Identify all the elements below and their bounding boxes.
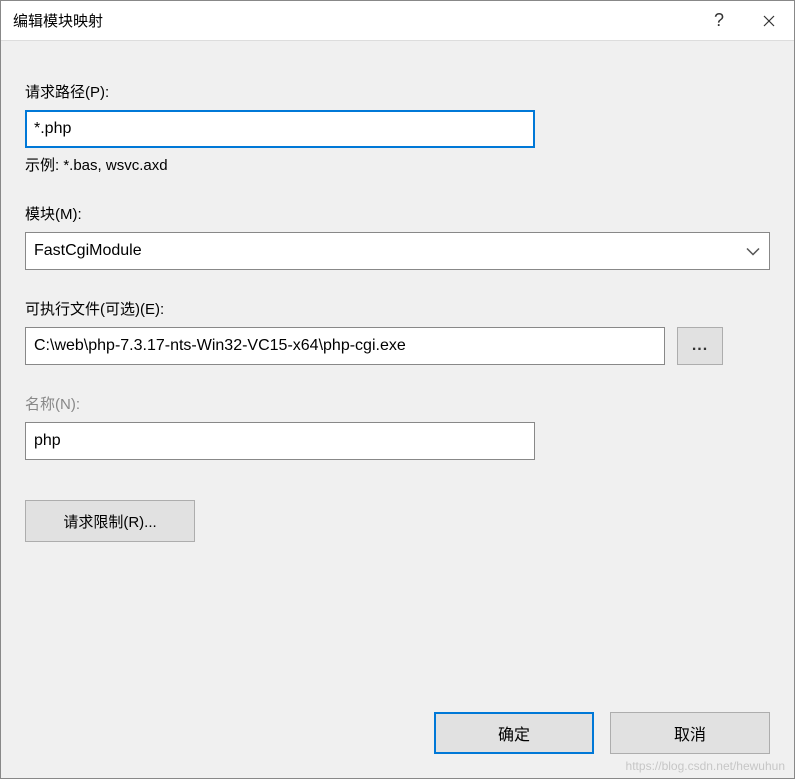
close-button[interactable] (744, 1, 794, 41)
executable-group: 可执行文件(可选)(E): ... (25, 298, 770, 365)
dialog-title: 编辑模块映射 (13, 10, 694, 31)
help-button[interactable]: ? (694, 1, 744, 41)
dialog-button-row: 确定 取消 (1, 712, 794, 778)
request-path-input[interactable] (25, 110, 535, 148)
request-path-group: 请求路径(P): 示例: *.bas, wsvc.axd (25, 81, 770, 175)
request-path-hint: 示例: *.bas, wsvc.axd (25, 154, 770, 175)
request-path-label: 请求路径(P): (25, 81, 770, 102)
spacer (25, 542, 770, 688)
module-select-wrap (25, 232, 770, 270)
ok-button[interactable]: 确定 (434, 712, 594, 754)
restrict-group: 请求限制(R)... (25, 488, 770, 542)
module-group: 模块(M): (25, 203, 770, 270)
module-label: 模块(M): (25, 203, 770, 224)
name-label: 名称(N): (25, 393, 770, 414)
executable-label: 可执行文件(可选)(E): (25, 298, 770, 319)
browse-button[interactable]: ... (677, 327, 723, 365)
module-select[interactable] (25, 232, 770, 270)
executable-row: ... (25, 327, 770, 365)
name-group: 名称(N): (25, 393, 770, 460)
titlebar: 编辑模块映射 ? (1, 1, 794, 41)
request-restrictions-button[interactable]: 请求限制(R)... (25, 500, 195, 542)
cancel-button[interactable]: 取消 (610, 712, 770, 754)
executable-input[interactable] (25, 327, 665, 365)
name-input (25, 422, 535, 460)
help-icon: ? (714, 10, 724, 31)
close-icon (763, 15, 775, 27)
dialog-content: 请求路径(P): 示例: *.bas, wsvc.axd 模块(M): 可执行文… (1, 41, 794, 712)
edit-module-mapping-dialog: 编辑模块映射 ? 请求路径(P): 示例: *.bas, wsvc.axd 模块… (0, 0, 795, 779)
